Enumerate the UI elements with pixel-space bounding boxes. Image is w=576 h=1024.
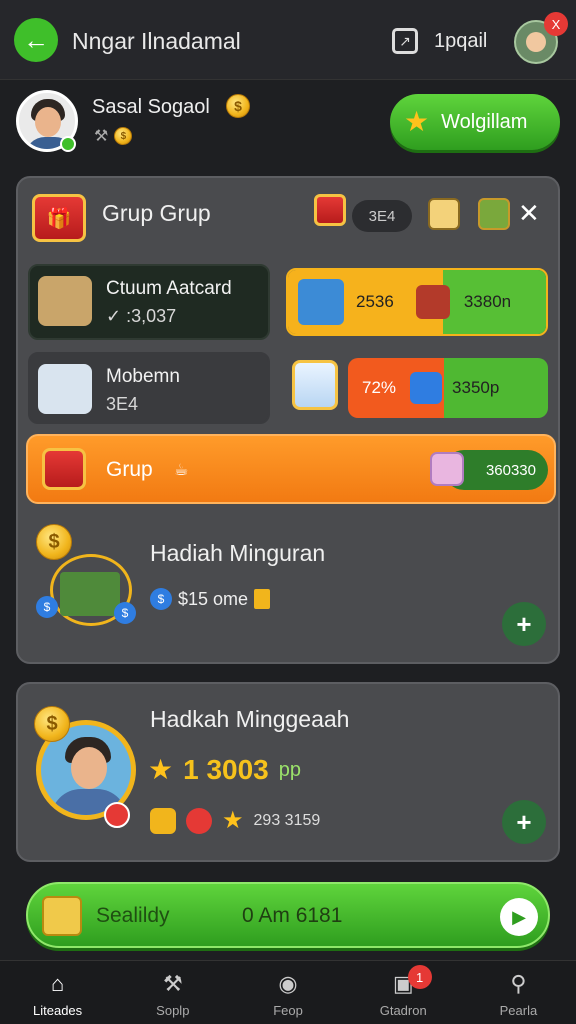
circle-icon: ◉ bbox=[278, 971, 298, 996]
search-icon: ⚲ bbox=[510, 971, 527, 996]
back-arrow-icon[interactable]: ← bbox=[14, 18, 58, 62]
nav-label: Liteades bbox=[33, 1003, 83, 1018]
home-icon: ⌂ bbox=[50, 971, 65, 996]
app-title: Nngar Ilnadamal bbox=[72, 28, 241, 54]
box-icon[interactable] bbox=[478, 198, 510, 230]
phone-icon bbox=[298, 279, 344, 325]
trophy-icon bbox=[38, 276, 92, 326]
top-right-label: 1pqail bbox=[434, 30, 488, 52]
online-badge bbox=[60, 136, 76, 152]
progress-bar[interactable]: 72% 3350p bbox=[348, 358, 548, 418]
share-box-icon[interactable]: ↗ bbox=[392, 28, 418, 54]
nav-item-home[interactable]: ⌂ Liteades bbox=[0, 961, 115, 1024]
item-title: Mobemn bbox=[106, 366, 180, 387]
item-title: Ctuum Aatcard bbox=[106, 278, 232, 299]
bar-right-value: 3380n bbox=[463, 292, 512, 311]
ticket-icon[interactable] bbox=[428, 198, 460, 230]
group-orange-row[interactable]: Grup ☕ 360330 bbox=[26, 434, 556, 504]
list-item[interactable]: Mobemn 3E4 bbox=[28, 352, 270, 424]
cta-value: 0 Am 6181 bbox=[242, 904, 343, 927]
progress-bar[interactable]: 2536 3380n bbox=[286, 268, 548, 336]
gift-icon bbox=[415, 285, 450, 319]
gift-icon bbox=[42, 448, 86, 490]
weekly-title: Hadiah Minguran bbox=[150, 540, 326, 566]
profile-section: Sasal Sogaol $ ⚒ $ ★ Wolgillam bbox=[0, 82, 576, 172]
gift-icon: 🎁 bbox=[32, 194, 86, 242]
nav-item-circle[interactable]: ◉ Feop bbox=[230, 961, 345, 1024]
star-icon: ★ bbox=[222, 807, 244, 834]
cup-icon: ☕ bbox=[174, 462, 189, 479]
cards-icon bbox=[38, 364, 92, 414]
dice-icon bbox=[430, 452, 464, 486]
weekly-value-number: 1 3003 bbox=[183, 754, 269, 785]
star-icon: ★ bbox=[404, 106, 430, 137]
profile-stats: ⚒ $ bbox=[94, 126, 133, 146]
top-bar: ← Nngar Ilnadamal ↗ 1pqail X bbox=[0, 0, 576, 80]
weekly-panel: $ Hadkah Minggeaah ★ 1 3003 pp ★ 293 315… bbox=[16, 682, 560, 862]
weekly-items: ★ 293 3159 bbox=[150, 808, 320, 834]
weekly-value-text: $15 ome bbox=[178, 588, 249, 609]
notification-badge: X bbox=[544, 12, 568, 36]
weekly-value-unit: pp bbox=[278, 758, 301, 781]
coin-icon: $ bbox=[226, 94, 250, 118]
bar-left-value: 72% bbox=[362, 378, 397, 397]
item-subtitle: ✓ :3,037 bbox=[106, 306, 177, 326]
nav-label: Pearla bbox=[499, 1003, 538, 1018]
coin-icon: $ bbox=[34, 706, 70, 742]
pill-counter: 3E4 bbox=[352, 200, 412, 232]
weekly-value: $ $15 ome bbox=[150, 588, 271, 610]
add-button[interactable]: + bbox=[502, 602, 546, 646]
play-icon[interactable]: ▶ bbox=[500, 898, 538, 936]
orange-row-label: Grup bbox=[106, 458, 153, 481]
box-icon bbox=[150, 808, 176, 834]
trophy-icon bbox=[42, 896, 82, 936]
cta-button[interactable]: Sealildy 0 Am 6181 ▶ bbox=[26, 882, 550, 948]
weekly-small-values: 293 3159 bbox=[253, 812, 321, 829]
gift-icon bbox=[292, 360, 338, 410]
nav-label: Soplp bbox=[156, 1003, 190, 1018]
star-icon: ★ bbox=[148, 754, 174, 785]
dollar-icon bbox=[186, 808, 212, 834]
money-stack-icon: $ $ $ bbox=[36, 524, 140, 634]
bottom-nav: ⌂ Liteades ⚒ Soplp ◉ Feop ▣ 1 Gtadron ⚲ … bbox=[0, 960, 576, 1024]
tools-icon: ⚒ bbox=[162, 971, 183, 996]
box-icon bbox=[410, 372, 443, 404]
profile-action-button[interactable]: ★ Wolgillam bbox=[390, 94, 560, 150]
weekly-value: ★ 1 3003 pp bbox=[148, 754, 301, 786]
status-badge bbox=[104, 802, 130, 828]
ticket-icon bbox=[254, 589, 271, 609]
nav-item-search[interactable]: ⚲ Pearla bbox=[461, 961, 576, 1024]
cta-label: Sealildy bbox=[96, 904, 170, 927]
gift-icon[interactable] bbox=[314, 194, 346, 226]
bar-right-value: 3350p bbox=[452, 378, 500, 397]
bar-left-value: 2536 bbox=[356, 292, 394, 311]
nav-item-inbox[interactable]: ▣ 1 Gtadron bbox=[346, 961, 461, 1024]
nav-badge: 1 bbox=[407, 965, 432, 989]
dollar-icon: $ bbox=[150, 588, 172, 610]
nav-label: Gtadron bbox=[379, 1003, 427, 1018]
profile-action-label: Wolgillam bbox=[441, 110, 528, 133]
close-icon[interactable]: ✕ bbox=[518, 198, 540, 229]
coin-icon: $ bbox=[114, 127, 133, 145]
list-item[interactable]: Ctuum Aatcard ✓ :3,037 bbox=[28, 264, 270, 340]
profile-name: Sasal Sogaol bbox=[92, 96, 210, 118]
group-panel: 🎁 Grup Grup 3E4 ✕ Ctuum Aatcard ✓ :3,037… bbox=[16, 176, 560, 664]
nav-item-tools[interactable]: ⚒ Soplp bbox=[115, 961, 230, 1024]
weekly-title: Hadkah Minggeaah bbox=[150, 706, 350, 732]
nav-label: Feop bbox=[273, 1003, 303, 1018]
tools-icon: ⚒ bbox=[94, 128, 109, 145]
add-button[interactable]: + bbox=[502, 800, 546, 844]
panel-title: Grup Grup bbox=[102, 200, 211, 226]
item-subtitle: 3E4 bbox=[106, 394, 139, 414]
